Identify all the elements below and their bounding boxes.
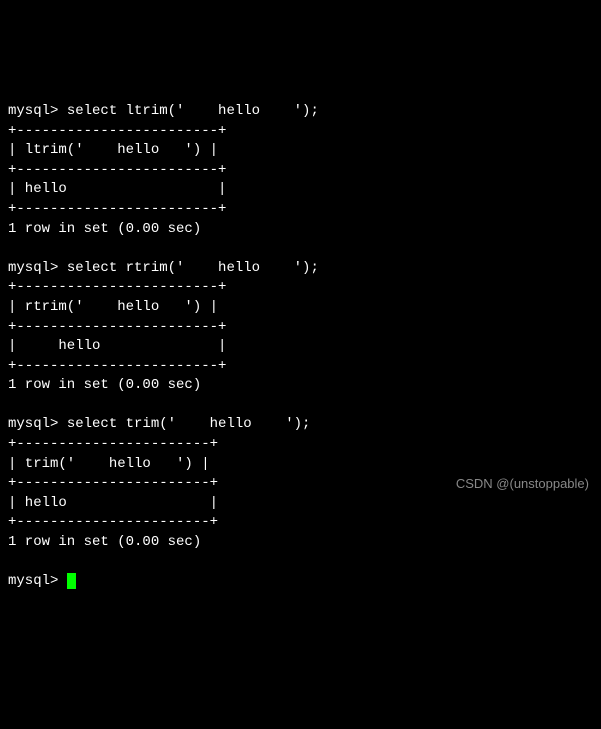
prompt: mysql>	[8, 260, 67, 276]
table-header: | trim(' hello ') |	[8, 456, 210, 472]
table-border: +------------------------+	[8, 123, 226, 139]
table-border: +------------------------+	[8, 201, 226, 217]
sql-query: select ltrim(' hello ');	[67, 103, 319, 119]
result-footer: 1 row in set (0.00 sec)	[8, 534, 201, 550]
prompt: mysql>	[8, 573, 67, 589]
sql-query: select rtrim(' hello ');	[67, 260, 319, 276]
table-row: | hello |	[8, 338, 226, 354]
table-border: +-----------------------+	[8, 514, 218, 530]
table-row: | hello |	[8, 181, 226, 197]
terminal-output: mysql> select ltrim(' hello '); +-------…	[8, 82, 593, 591]
cursor-icon[interactable]	[67, 573, 76, 589]
table-header: | rtrim(' hello ') |	[8, 299, 218, 315]
watermark-text: CSDN @(unstoppable)	[456, 475, 589, 493]
prompt: mysql>	[8, 416, 67, 432]
result-footer: 1 row in set (0.00 sec)	[8, 221, 201, 237]
table-border: +-----------------------+	[8, 475, 218, 491]
table-header: | ltrim(' hello ') |	[8, 142, 218, 158]
prompt: mysql>	[8, 103, 67, 119]
table-border: +------------------------+	[8, 162, 226, 178]
table-border: +-----------------------+	[8, 436, 218, 452]
result-footer: 1 row in set (0.00 sec)	[8, 377, 201, 393]
table-border: +------------------------+	[8, 319, 226, 335]
table-border: +------------------------+	[8, 358, 226, 374]
sql-query: select trim(' hello ');	[67, 416, 311, 432]
table-border: +------------------------+	[8, 279, 226, 295]
table-row: | hello |	[8, 495, 218, 511]
